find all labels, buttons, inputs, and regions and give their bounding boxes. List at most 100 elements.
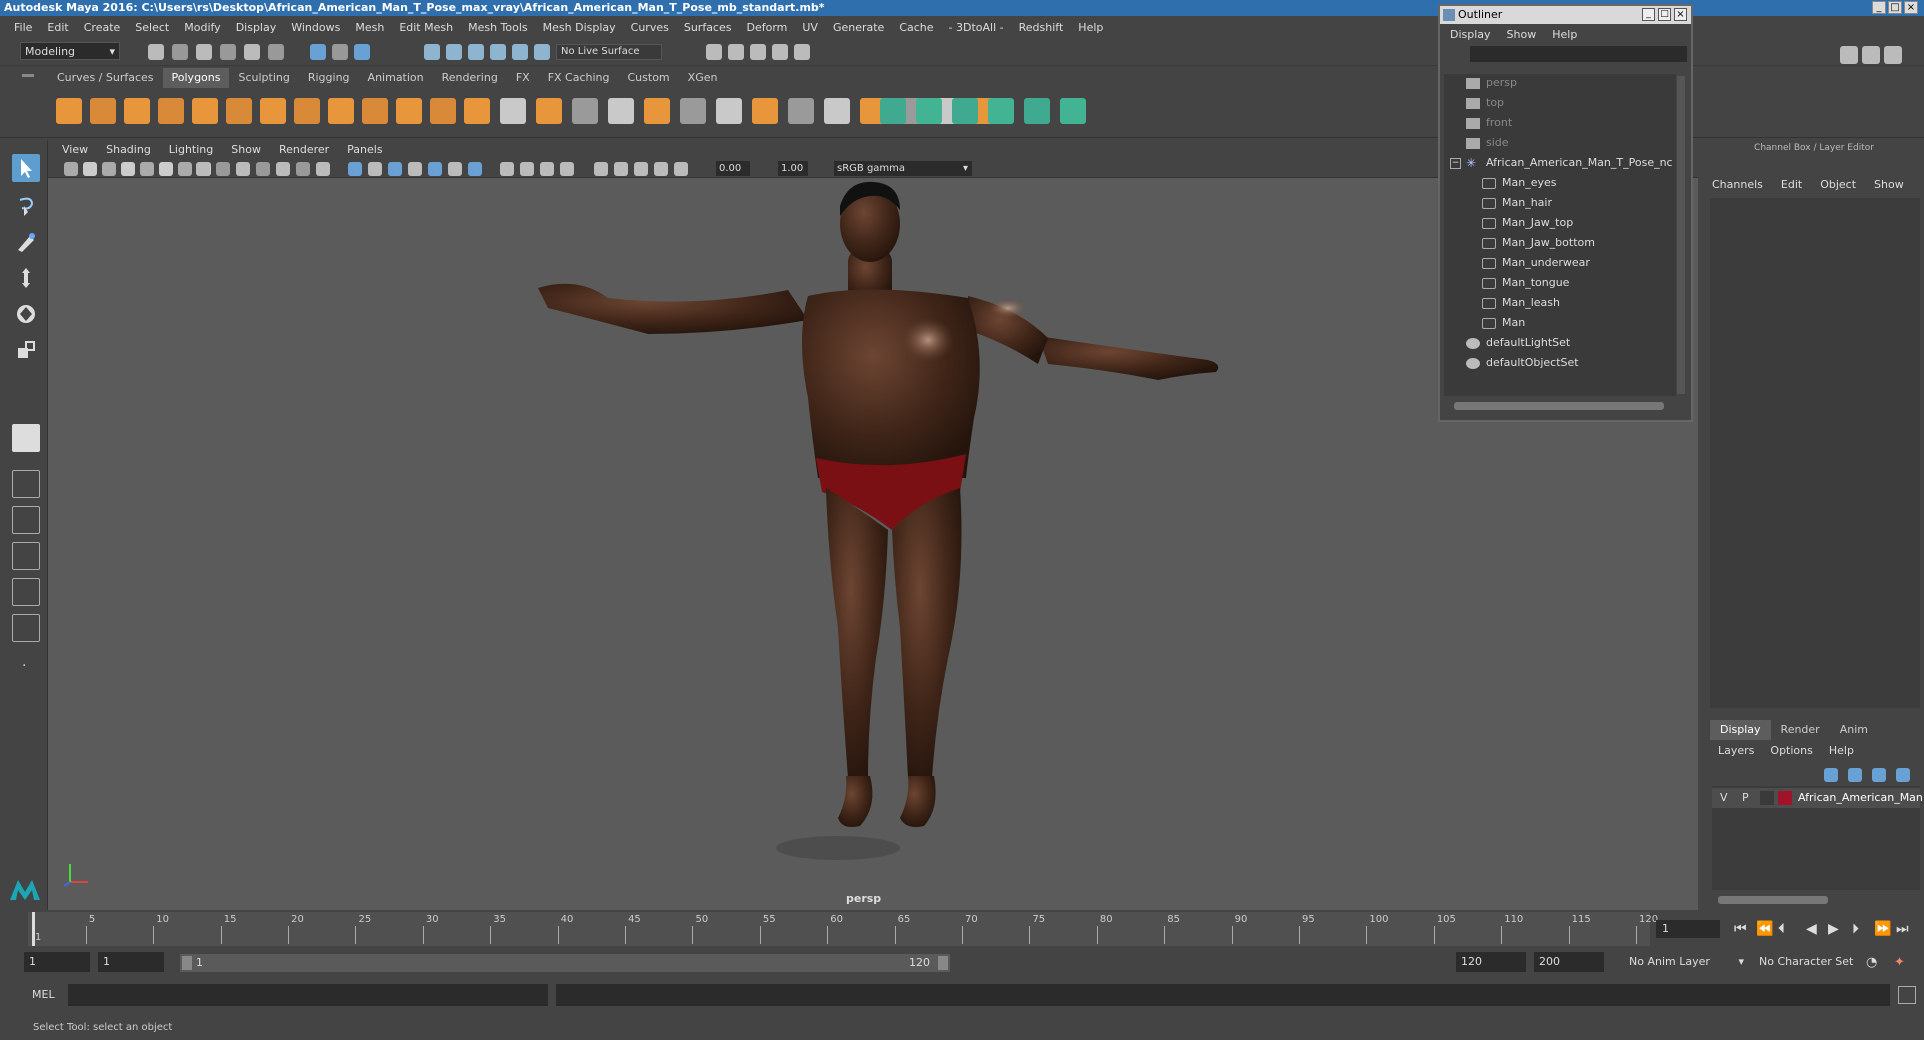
menu-mesh[interactable]: Mesh [355,21,384,34]
render-icon-4[interactable] [772,44,788,60]
shelf-tab-rigging[interactable]: Rigging [299,68,359,88]
display-layer-row[interactable]: V P African_American_Man [1712,788,1923,808]
maximize-icon[interactable]: □ [1888,1,1902,14]
shelf-tab-sculpting[interactable]: Sculpting [229,68,298,88]
outliner-item-african-american-man-t-pose-nc[interactable]: ✳ African_American_Man_T_Pose_nc [1466,154,1673,172]
panel-grid-icon-1[interactable] [196,162,210,176]
shelf-tool-icon-7[interactable] [716,98,742,124]
shelf-poly-icon-12[interactable] [430,98,456,124]
render-icon-2[interactable] [728,44,744,60]
command-language-label[interactable]: MEL [32,988,55,1001]
menu-redshift[interactable]: Redshift [1019,21,1064,34]
outliner-vertical-scrollbar[interactable] [1677,76,1685,394]
layer-action-icon-2[interactable] [1848,768,1862,782]
shelf-tool-icon-3[interactable] [572,98,598,124]
panel-grid-icon-3[interactable] [236,162,250,176]
panel-camera-icon-5[interactable] [140,162,154,176]
workspace-icon-2[interactable] [1862,46,1880,64]
outliner-item-man-jaw-top[interactable]: Man_Jaw_top [1482,214,1573,232]
shelf-poly-icon-1[interactable] [56,98,82,124]
panel-grid-icon-6[interactable] [296,162,310,176]
panel-camera-icon-4[interactable] [121,162,135,176]
shelf-poly-icon-4[interactable] [158,98,184,124]
shelf-tab-curves-surfaces[interactable]: Curves / Surfaces [48,68,163,88]
outliner-item-defaultlightset[interactable]: defaultLightSet [1466,334,1570,352]
outliner-item-top[interactable]: top [1466,94,1504,112]
minimize-icon[interactable]: _ [1872,1,1886,14]
play-backward-icon[interactable]: ◀ [1806,921,1817,937]
panel-grid-icon-5[interactable] [276,162,290,176]
layer-visibility-toggle[interactable]: V [1720,791,1728,804]
four-view-layout-icon[interactable] [12,470,40,498]
panel-shading-icon-6[interactable] [448,162,462,176]
menu-modify[interactable]: Modify [184,21,220,34]
shelf-poly-icon-11[interactable] [396,98,422,124]
workspace-icon-1[interactable] [1840,46,1858,64]
panel-lighting-icon-3[interactable] [540,162,554,176]
panel-menu-panels[interactable]: Panels [347,143,382,156]
panel-shading-icon-4[interactable] [408,162,422,176]
shelf-uv-icon-5[interactable] [1024,98,1050,124]
go-to-start-icon[interactable]: ⏮ [1734,921,1747,937]
panel-shading-icon-7[interactable] [468,162,482,176]
shelf-poly-icon-9[interactable] [328,98,354,124]
panel-grid-icon-2[interactable] [216,162,230,176]
playback-start-field[interactable]: 1 [98,952,164,972]
outliner-menu-help[interactable]: Help [1552,28,1577,41]
time-slider[interactable]: 1 5 10 15 20 25 30 35 40 45 50 55 60 65 70 75 80 85 90 95 10… [28,912,1658,946]
panel-lighting-icon-4[interactable] [560,162,574,176]
outliner-item-man-leash[interactable]: Man_leash [1482,294,1560,312]
panel-isolate-icon-3[interactable] [634,162,648,176]
select-tool-icon[interactable] [12,154,40,182]
animation-start-field[interactable]: 1 [24,952,90,972]
shelf-tool-icon-10[interactable] [824,98,850,124]
render-icon-1[interactable] [706,44,722,60]
menu-edit[interactable]: Edit [47,21,68,34]
play-forward-icon[interactable]: ▶ [1828,921,1839,937]
outliner-item-man[interactable]: Man [1482,314,1525,332]
rotate-tool-icon[interactable] [12,300,40,328]
shelf-uv-icon-4[interactable] [988,98,1014,124]
close-icon[interactable]: × [1674,8,1687,21]
shelf-poly-icon-2[interactable] [90,98,116,124]
shelf-tab-rendering[interactable]: Rendering [433,68,507,88]
status-tool-icon-3[interactable] [196,44,212,60]
menu-3dtoall[interactable]: - 3DtoAll - [949,21,1004,34]
status-tool-icon-2[interactable] [172,44,188,60]
selection-mode-icon-3[interactable] [354,44,370,60]
step-back-icon[interactable]: ⏪ [1756,921,1773,937]
menu-surfaces[interactable]: Surfaces [684,21,732,34]
shelf-poly-icon-3[interactable] [124,98,150,124]
panel-shading-icon-3[interactable] [388,162,402,176]
menu-deform[interactable]: Deform [746,21,787,34]
layer-playback-toggle[interactable]: P [1742,791,1749,804]
panel-lighting-icon-2[interactable] [520,162,534,176]
menu-select[interactable]: Select [135,21,169,34]
selection-mode-icon-2[interactable] [332,44,348,60]
animation-prefs-icon[interactable]: ✦ [1894,955,1905,970]
snap-icon-2[interactable] [446,44,462,60]
channel-box-menu-channels[interactable]: Channels [1712,178,1763,191]
command-input[interactable] [68,984,548,1006]
outliner-search-input[interactable] [1470,46,1687,62]
panel-grid-icon-7[interactable] [316,162,330,176]
outliner-item-man-tongue[interactable]: Man_tongue [1482,274,1569,292]
layer-action-icon-3[interactable] [1872,768,1886,782]
layer-menu-layers[interactable]: Layers [1718,744,1754,757]
panel-isolate-icon-4[interactable] [654,162,668,176]
snap-icon-6[interactable] [534,44,550,60]
snap-icon-3[interactable] [468,44,484,60]
shelf-menu-icon[interactable] [22,74,34,77]
menu-help[interactable]: Help [1078,21,1103,34]
layer-menu-help[interactable]: Help [1829,744,1854,757]
render-icon-3[interactable] [750,44,766,60]
snap-icon-5[interactable] [512,44,528,60]
shelf-uv-icon-6[interactable] [1060,98,1086,124]
outliner-item-defaultobjectset[interactable]: defaultObjectSet [1466,354,1579,372]
panel-camera-icon-7[interactable] [178,162,192,176]
shelf-tool-icon-4[interactable] [608,98,634,124]
status-tool-icon-1[interactable] [148,44,164,60]
layer-tab-display[interactable]: Display [1710,720,1771,740]
outliner-item-persp[interactable]: persp [1466,74,1517,92]
shelf-tab-xgen[interactable]: XGen [679,68,727,88]
